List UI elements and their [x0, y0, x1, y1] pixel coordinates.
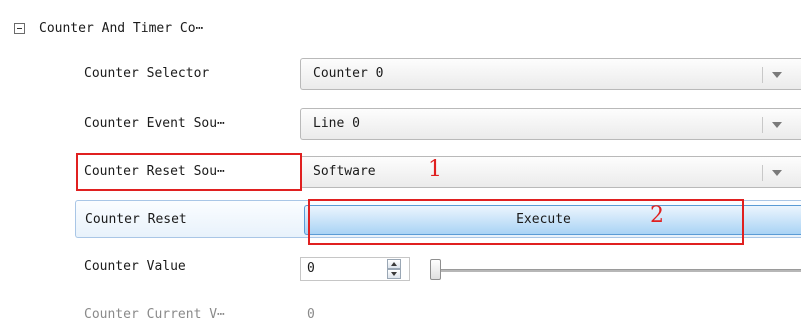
chevron-down-icon[interactable] [772, 122, 782, 128]
group-title: Counter And Timer Co⋯ [39, 20, 204, 36]
dropdown-divider [762, 67, 763, 83]
dropdown-divider [762, 165, 763, 181]
spinbox-value: 0 [307, 261, 315, 276]
chevron-down-icon[interactable] [772, 72, 782, 78]
counter-reset-source-dropdown[interactable]: Software [300, 156, 801, 188]
counter-selector-dropdown[interactable]: Counter 0 [300, 58, 801, 90]
property-label: Counter Reset [85, 212, 187, 227]
spin-down-icon[interactable] [387, 269, 401, 279]
highlight-box-reset-source-label [76, 153, 302, 191]
annotation-number: 2 [650, 203, 664, 228]
collapse-icon[interactable] [14, 22, 25, 34]
highlight-box-execute-button [308, 199, 744, 245]
dropdown-value: Counter 0 [313, 66, 384, 81]
counter-value-spinbox[interactable]: 0 [300, 257, 410, 281]
group-header[interactable]: Counter And Timer Co⋯ [14, 18, 203, 38]
counter-value-slider-thumb[interactable] [430, 259, 441, 280]
read-only-value: 0 [307, 307, 315, 322]
annotation-number: 1 [428, 157, 442, 182]
counter-event-source-dropdown[interactable]: Line 0 [300, 108, 801, 140]
property-row-counter-current-value: Counter Current V⋯ 0 [75, 296, 801, 334]
property-row-counter-value: Counter Value 0 [75, 248, 801, 286]
property-label: Counter Value [84, 259, 186, 274]
counter-value-slider-track[interactable] [433, 269, 801, 272]
chevron-down-icon[interactable] [772, 170, 782, 176]
property-label: Counter Selector [84, 66, 210, 81]
dropdown-divider [762, 117, 763, 133]
dropdown-value: Line 0 [313, 116, 360, 131]
property-row-counter-selector: Counter Selector Counter 0 [75, 55, 801, 93]
property-label: Counter Current V⋯ [84, 307, 225, 322]
property-label: Counter Event Sou⋯ [84, 116, 225, 131]
spin-up-icon[interactable] [387, 259, 401, 269]
property-row-counter-event-source: Counter Event Sou⋯ Line 0 [75, 105, 801, 143]
dropdown-value: Software [313, 164, 376, 179]
